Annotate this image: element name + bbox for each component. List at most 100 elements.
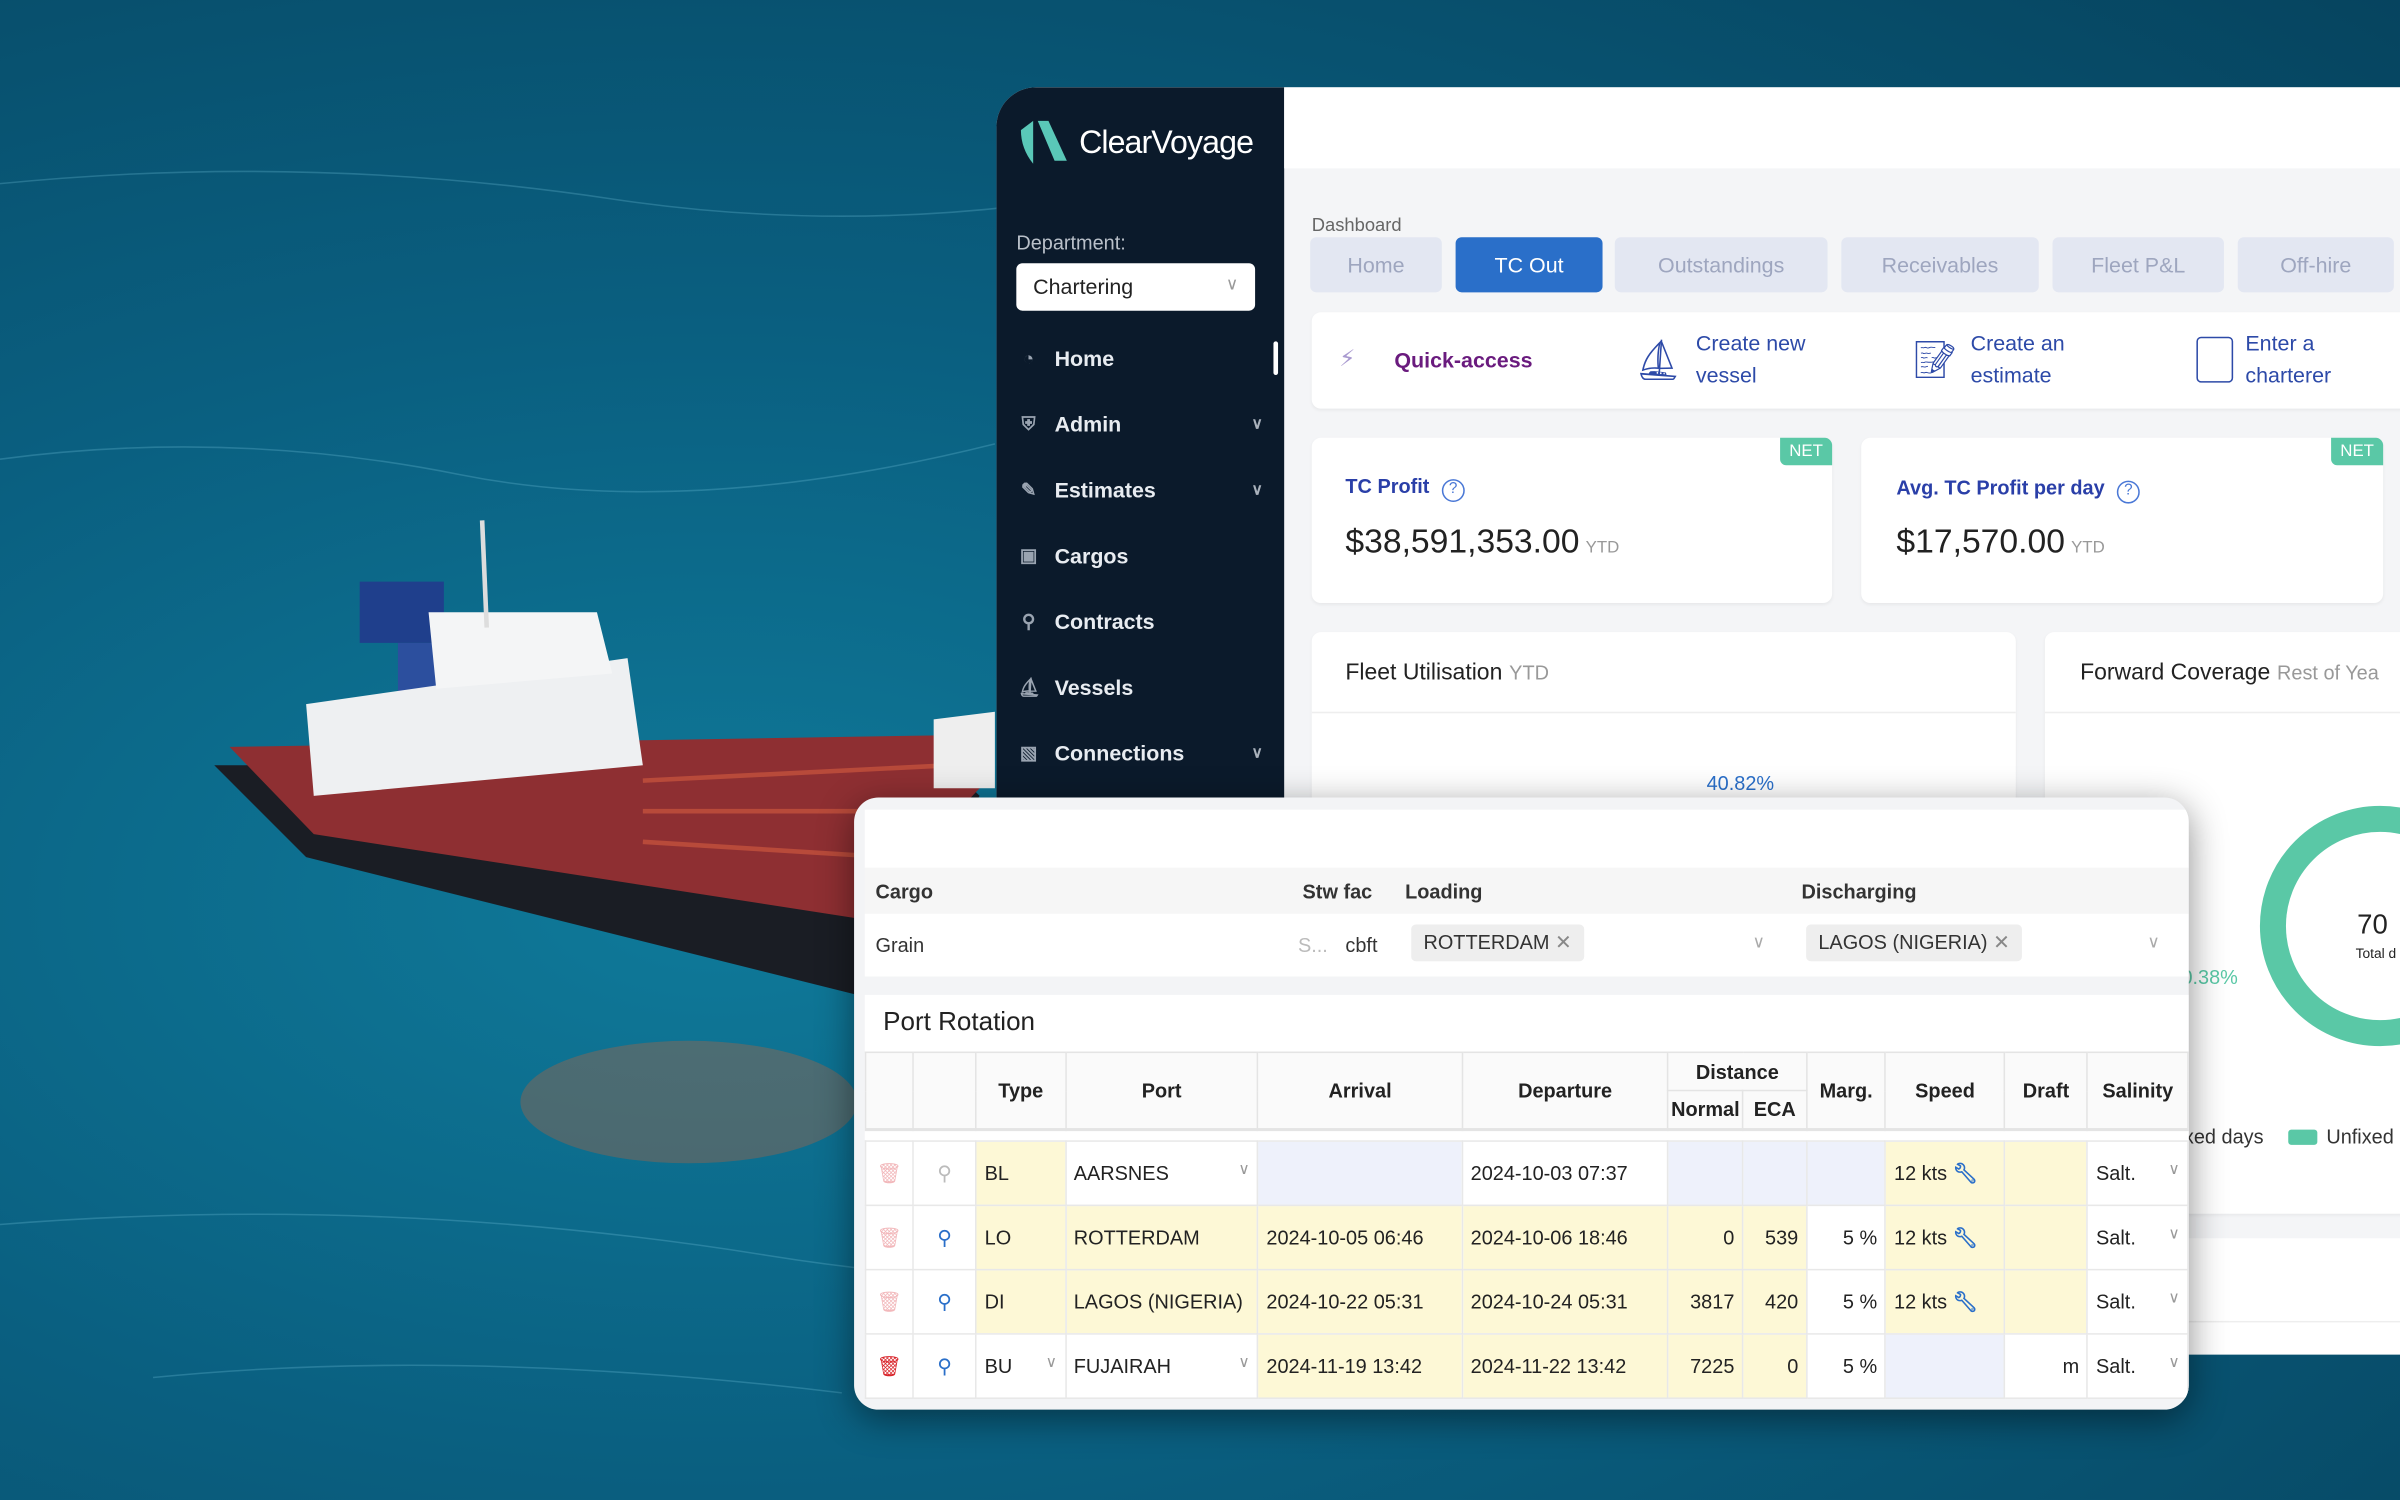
normal-cell[interactable]: 0: [1667, 1204, 1744, 1271]
route-button[interactable]: ⚲: [912, 1268, 977, 1335]
port-cell[interactable]: ROTTERDAM: [1064, 1204, 1259, 1271]
port-cell[interactable]: LAGOS (NIGERIA): [1064, 1268, 1259, 1335]
delete-button[interactable]: 🗑︎: [864, 1268, 914, 1335]
eca-cell[interactable]: 420: [1742, 1268, 1808, 1335]
speed-cell[interactable]: [1884, 1333, 2006, 1399]
sidebar-item-admin[interactable]: ⛨ Admin ∨: [1018, 404, 1263, 444]
salinity-cell[interactable]: Salt. ∨: [2086, 1268, 2189, 1335]
cargo-row: Grain S... cbft ROTTERDAM ✕ ∨ LAGOS (NIG…: [864, 913, 2189, 977]
delete-button[interactable]: 🗑︎: [864, 1140, 914, 1207]
departure-cell[interactable]: 2024-10-06 18:46: [1461, 1204, 1669, 1271]
sidebar-item-connections[interactable]: ▧ Connections ∨: [1018, 733, 1263, 773]
normal-cell[interactable]: 7225: [1667, 1333, 1744, 1399]
marg-cell[interactable]: 5 %: [1805, 1204, 1887, 1271]
speed-cell[interactable]: 12 kts 🔧︎: [1884, 1140, 2006, 1207]
eca-cell[interactable]: 539: [1742, 1204, 1808, 1271]
chevron-down-icon[interactable]: ∨: [1753, 932, 1765, 952]
arrival-cell[interactable]: 2024-10-22 05:31: [1257, 1268, 1463, 1335]
chevron-down-icon[interactable]: ∨: [1046, 1355, 1057, 1372]
chevron-down-icon[interactable]: ∨: [1238, 1355, 1249, 1372]
col-marg: Marg.: [1805, 1051, 1887, 1130]
route-button[interactable]: ⚲: [912, 1333, 977, 1399]
normal-cell[interactable]: [1667, 1140, 1744, 1207]
speed-cell[interactable]: 12 kts 🔧︎: [1884, 1268, 2006, 1335]
tab-home[interactable]: Home: [1310, 237, 1442, 293]
cargo-name[interactable]: Grain: [876, 934, 925, 957]
chevron-down-icon[interactable]: ∨: [2168, 1226, 2179, 1243]
table-row: 🗑︎ ⚲ BU ∨ FUJAIRAH ∨ 2024-11-19 13:42 2024-11-2…: [864, 1333, 2189, 1399]
kpi-period: YTD: [2071, 538, 2105, 558]
eca-cell[interactable]: 0: [1742, 1333, 1808, 1399]
close-icon[interactable]: ✕: [1555, 931, 1572, 954]
create-vessel-button[interactable]: ⛵︎ Create new vessel: [1633, 328, 1805, 392]
type-cell[interactable]: BU ∨: [975, 1333, 1067, 1399]
arrival-cell[interactable]: 2024-11-19 13:42: [1257, 1333, 1463, 1399]
col-speed: Speed: [1884, 1051, 2006, 1130]
col-distance: Distance: [1667, 1051, 1808, 1092]
wrench-icon[interactable]: 🔧︎: [1953, 1161, 1978, 1184]
wrench-icon[interactable]: 🔧︎: [1953, 1225, 1978, 1248]
delete-button[interactable]: 🗑︎: [864, 1333, 914, 1399]
salinity-cell[interactable]: Salt. ∨: [2086, 1333, 2189, 1399]
cell-type: BL: [984, 1161, 1009, 1185]
donut-center-value: 70: [2357, 909, 2388, 940]
tab-outstandings[interactable]: Outstandings: [1614, 237, 1828, 293]
cell-speed: 12 kts: [1893, 1160, 1948, 1184]
wrench-icon[interactable]: 🔧︎: [1953, 1290, 1978, 1313]
speed-cell[interactable]: 12 kts 🔧︎: [1884, 1204, 2006, 1271]
departure-cell[interactable]: 2024-11-22 13:42: [1461, 1333, 1669, 1399]
tab-off-hire[interactable]: Off-hire: [2237, 237, 2394, 293]
route-button[interactable]: ⚲: [912, 1140, 977, 1207]
departure-cell[interactable]: 2024-10-24 05:31: [1461, 1268, 1669, 1335]
help-icon[interactable]: ?: [2116, 480, 2140, 504]
sidebar-item-vessels[interactable]: ⛵︎ Vessels: [1018, 667, 1263, 707]
type-cell[interactable]: BL: [975, 1140, 1067, 1207]
chevron-down-icon[interactable]: ∨: [2168, 1355, 2179, 1372]
chevron-down-icon[interactable]: ∨: [2168, 1290, 2179, 1307]
stw-fac-input[interactable]: S...: [1298, 934, 1328, 957]
eca-cell[interactable]: [1742, 1140, 1808, 1207]
port-cell[interactable]: AARSNES ∨: [1064, 1140, 1259, 1207]
sidebar-item-home[interactable]: ◔ Home: [1018, 338, 1263, 378]
draft-cell[interactable]: [2003, 1268, 2089, 1335]
draft-cell[interactable]: m: [2003, 1333, 2089, 1399]
port-cell[interactable]: FUJAIRAH ∨: [1064, 1333, 1259, 1399]
tab-receivables[interactable]: Receivables: [1841, 237, 2039, 293]
sidebar-item-cargos[interactable]: ▣ Cargos: [1018, 536, 1263, 576]
marg-cell[interactable]: 5 %: [1805, 1333, 1887, 1399]
delete-button[interactable]: 🗑︎: [864, 1204, 914, 1271]
quick-access-card: ⚡︎ Quick-access ⛵︎ Create new vessel 📝︎ Cre…: [1311, 312, 2400, 409]
draft-cell[interactable]: [2003, 1204, 2089, 1271]
department-select[interactable]: Chartering ∨: [1016, 263, 1256, 311]
arrival-cell[interactable]: [1257, 1140, 1463, 1207]
type-cell[interactable]: DI: [975, 1268, 1067, 1335]
normal-cell[interactable]: 3817: [1667, 1268, 1744, 1335]
help-icon[interactable]: ?: [1441, 479, 1465, 503]
cell-marg: 5 %: [1842, 1354, 1878, 1378]
sidebar-item-contracts[interactable]: ⚲ Contracts: [1018, 602, 1263, 642]
arrival-cell[interactable]: 2024-10-05 06:46: [1257, 1204, 1463, 1271]
create-estimate-button[interactable]: 📝︎ Create an estimate: [1912, 328, 2065, 392]
type-cell[interactable]: LO: [975, 1204, 1067, 1271]
discharging-port-chip[interactable]: LAGOS (NIGERIA) ✕: [1806, 924, 2023, 962]
loading-port-chip[interactable]: ROTTERDAM ✕: [1411, 924, 1584, 962]
salinity-cell[interactable]: Salt. ∨: [2086, 1204, 2189, 1271]
logo[interactable]: ClearVoyage: [1018, 118, 1254, 170]
trash-icon: 🗑︎: [876, 1289, 902, 1313]
marg-cell[interactable]: 5 %: [1805, 1268, 1887, 1335]
close-icon[interactable]: ✕: [1993, 931, 2010, 954]
salinity-cell[interactable]: Salt. ∨: [2086, 1140, 2189, 1207]
draft-cell[interactable]: [2003, 1140, 2089, 1207]
chevron-down-icon[interactable]: ∨: [2147, 932, 2159, 952]
chevron-down-icon: ∨: [1251, 481, 1263, 499]
departure-cell[interactable]: 2024-10-03 07:37: [1461, 1140, 1669, 1207]
tab-fleet-p-l[interactable]: Fleet P&L: [2052, 237, 2224, 293]
marg-cell[interactable]: [1805, 1140, 1887, 1207]
enter-charterer-button[interactable]: Enter a charterer: [2196, 328, 2331, 392]
stw-unit: cbft: [1345, 933, 1378, 957]
chevron-down-icon[interactable]: ∨: [1238, 1162, 1249, 1179]
route-button[interactable]: ⚲: [912, 1204, 977, 1271]
sidebar-item-estimates[interactable]: ✎ Estimates ∨: [1018, 470, 1263, 510]
chevron-down-icon[interactable]: ∨: [2168, 1162, 2179, 1179]
tab-tc-out[interactable]: TC Out: [1455, 237, 1603, 293]
